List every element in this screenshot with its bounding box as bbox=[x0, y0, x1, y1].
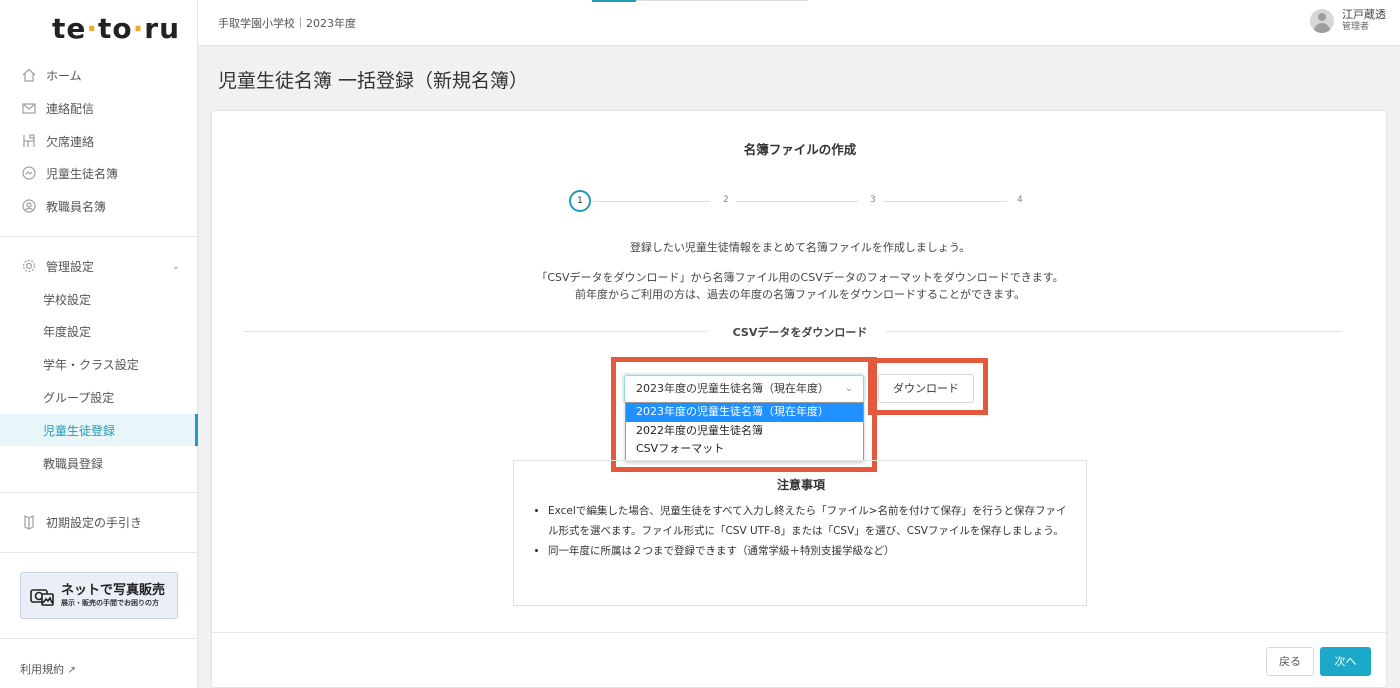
roster-dropdown: 2023年度の児童生徒名簿（現在年度） 2022年度の児童生徒名簿 CSVフォー… bbox=[625, 402, 864, 461]
desc-text-2: 前年度からご利用の方は、過去の年度の名簿ファイルをダウンロードすることができます… bbox=[575, 288, 1025, 301]
school-year-label: 手取学園小学校｜2023年度 bbox=[218, 17, 356, 30]
sidebar-item-settings[interactable]: 管理設定 ⌄ bbox=[0, 251, 198, 281]
dropdown-option[interactable]: 2022年度の児童生徒名簿 bbox=[626, 422, 863, 441]
select-value: 2023年度の児童生徒名簿（現在年度） bbox=[636, 382, 829, 395]
step-connector bbox=[883, 201, 1007, 202]
sidebar-sub-group-settings[interactable]: グループ設定 bbox=[0, 381, 198, 413]
sidebar-item-home[interactable]: ホーム bbox=[0, 60, 198, 90]
sidebar-item-guide[interactable]: 初期設定の手引き bbox=[0, 507, 198, 537]
sidebar-sub-school-settings[interactable]: 学校設定 bbox=[0, 283, 198, 315]
student-icon bbox=[20, 164, 38, 182]
teacher-icon bbox=[20, 197, 38, 215]
terms-link[interactable]: 利用規約 ↗ bbox=[20, 661, 76, 677]
step-connector bbox=[593, 201, 710, 202]
sidebar-item-label: 教職員名簿 bbox=[46, 199, 107, 214]
chevron-down-icon: ⌄ bbox=[844, 383, 853, 394]
user-role: 管理者 bbox=[1342, 22, 1370, 32]
dropdown-option[interactable]: CSVフォーマット bbox=[626, 440, 863, 459]
sidebar-item-label: ホーム bbox=[46, 68, 82, 83]
desk-icon bbox=[20, 132, 38, 150]
step-3: 3 bbox=[870, 195, 876, 205]
lead-text: 登録したい児童生徒情報をまとめて名簿ファイルを作成しましょう。 bbox=[629, 241, 971, 254]
gear-icon bbox=[20, 257, 38, 275]
sidebar-item-label: 児童生徒名簿 bbox=[46, 166, 119, 181]
sidebar: te·to·ru ホーム 連絡配信 欠席連絡 児童生徒名簿 教職員名簿 管理設定… bbox=[0, 0, 198, 688]
header-tab-indicator bbox=[592, 0, 636, 2]
sidebar-item-label: 初期設定の手引き bbox=[46, 515, 143, 530]
footer-divider bbox=[212, 632, 1388, 633]
user-name: 江戸蔵透 bbox=[1342, 8, 1386, 21]
avatar bbox=[1310, 8, 1334, 33]
download-button[interactable]: ダウンロード bbox=[878, 374, 974, 403]
roster-select[interactable]: 2023年度の児童生徒名簿（現在年度） ⌄ bbox=[624, 375, 864, 403]
header-tab-track bbox=[636, 0, 808, 1]
sidebar-item-students[interactable]: 児童生徒名簿 bbox=[0, 158, 198, 188]
divider bbox=[0, 638, 198, 639]
notice-list: Excelで編集した場合、児童生徒をすべて入力し終えたら「ファイル>名前を付けて… bbox=[548, 501, 1072, 561]
notice-item: Excelで編集した場合、児童生徒をすべて入力し終えたら「ファイル>名前を付けて… bbox=[548, 501, 1072, 541]
home-icon bbox=[20, 66, 38, 84]
sidebar-item-label: 管理設定 bbox=[46, 259, 95, 274]
banner-subtitle: 展示・販売の手間でお困りの方 bbox=[61, 599, 159, 607]
notice-item: 同一年度に所属は２つまで登録できます（通常学級＋特別支援学級など） bbox=[548, 541, 1072, 561]
step-2: 2 bbox=[723, 195, 729, 205]
book-icon bbox=[20, 513, 38, 531]
user-menu[interactable]: 江戸蔵透 管理者 bbox=[1310, 8, 1386, 33]
sidebar-sub-year-settings[interactable]: 年度設定 bbox=[0, 315, 198, 347]
divider bbox=[0, 236, 198, 237]
desc-text-1: 「CSVデータをダウンロード」から名簿ファイル用のCSVデータのフォーマットをダ… bbox=[536, 271, 1064, 284]
card-title: 名簿ファイルの作成 bbox=[743, 142, 857, 157]
divider bbox=[0, 552, 198, 553]
mail-icon bbox=[20, 99, 38, 117]
sidebar-item-messages[interactable]: 連絡配信 bbox=[0, 93, 198, 123]
back-button[interactable]: 戻る bbox=[1266, 647, 1314, 676]
sidebar-item-label: 欠席連絡 bbox=[46, 134, 95, 149]
step-1-current: 1 bbox=[569, 190, 591, 212]
step-4: 4 bbox=[1017, 195, 1023, 205]
notice-box: 注意事項 Excelで編集した場合、児童生徒をすべて入力し終えたら「ファイル>名… bbox=[513, 460, 1087, 606]
sidebar-sub-class-settings[interactable]: 学年・クラス設定 bbox=[0, 348, 198, 380]
sidebar-item-absence[interactable]: 欠席連絡 bbox=[0, 126, 198, 156]
sidebar-sub-teacher-registration[interactable]: 教職員登録 bbox=[0, 447, 198, 479]
dropdown-option[interactable]: 2023年度の児童生徒名簿（現在年度） bbox=[626, 403, 863, 422]
section-divider bbox=[886, 331, 1341, 332]
photo-sales-banner[interactable]: ネットで写真販売 展示・販売の手間でお困りの方 bbox=[20, 572, 178, 619]
page-title: 児童生徒名簿 一括登録（新規名簿） bbox=[218, 70, 529, 92]
divider bbox=[0, 492, 198, 493]
camera-icon bbox=[30, 588, 54, 606]
external-link-icon: ↗ bbox=[67, 665, 76, 676]
main-card: 名簿ファイルの作成 1 2 3 4 登録したい児童生徒情報をまとめて名簿ファイル… bbox=[211, 110, 1388, 688]
chevron-down-icon: ⌄ bbox=[171, 260, 180, 272]
section-label: CSVデータをダウンロード bbox=[732, 326, 868, 339]
banner-title: ネットで写真販売 bbox=[61, 583, 166, 598]
sidebar-sub-student-registration[interactable]: 児童生徒登録 bbox=[0, 414, 198, 446]
terms-label: 利用規約 bbox=[20, 663, 64, 676]
next-button[interactable]: 次へ bbox=[1320, 647, 1371, 676]
step-connector bbox=[736, 201, 858, 202]
logo[interactable]: te·to·ru bbox=[52, 12, 180, 45]
top-bar: 手取学園小学校｜2023年度 江戸蔵透 管理者 bbox=[198, 0, 1400, 46]
sidebar-item-teachers[interactable]: 教職員名簿 bbox=[0, 191, 198, 221]
notice-title: 注意事項 bbox=[776, 478, 825, 492]
sidebar-item-label: 連絡配信 bbox=[46, 101, 95, 116]
